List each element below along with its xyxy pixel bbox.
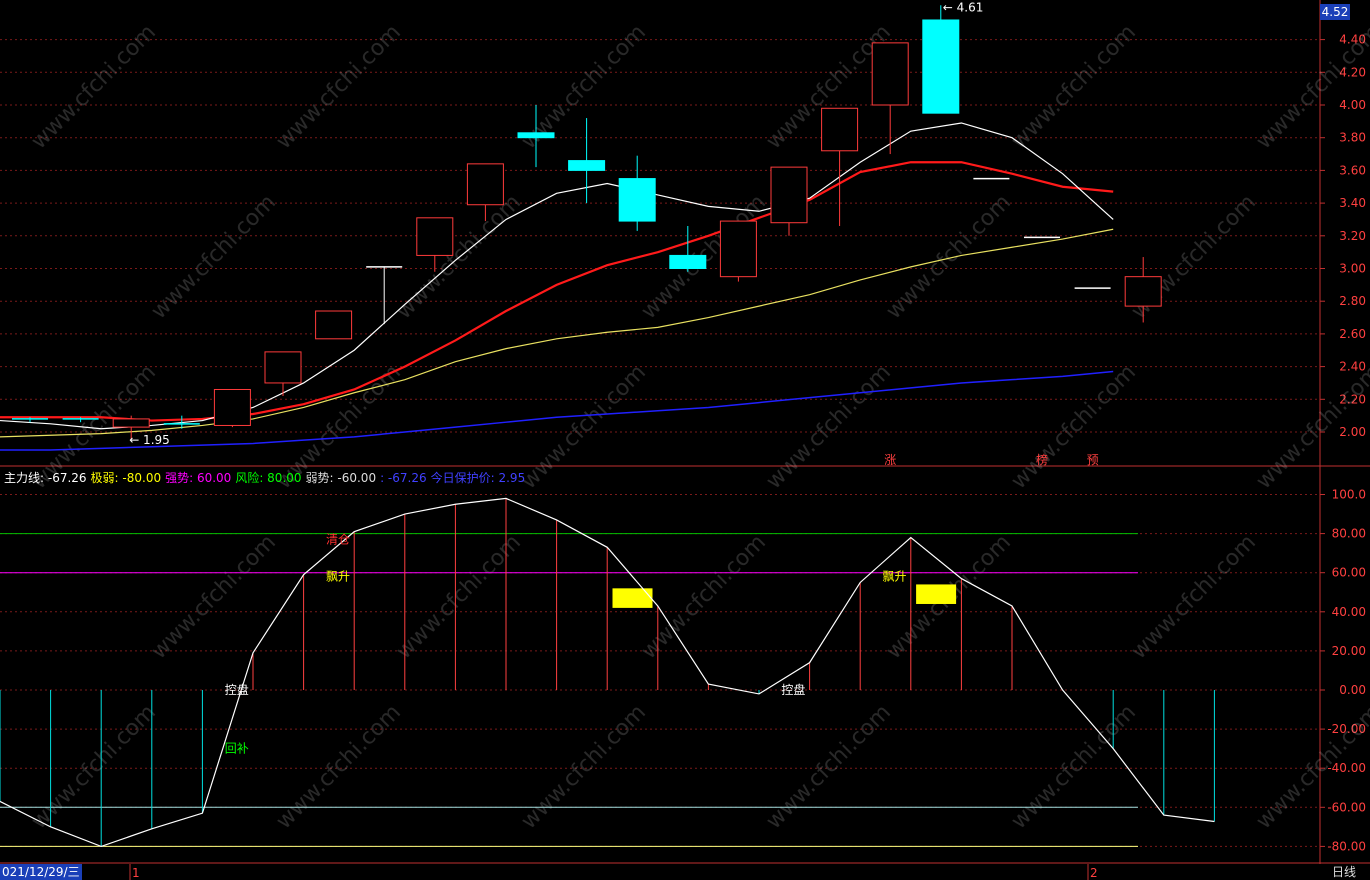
price-tick-label: 2.80 [1339,294,1366,308]
stock-chart[interactable]: 4.404.204.003.803.603.403.203.002.802.60… [0,0,1370,880]
candle-body-down [568,160,606,171]
candlestick [770,166,808,236]
legend-item: : -67.26 [380,471,427,485]
legend-item: 主力线: -67.26 [4,471,87,485]
watermark: www.cfchi.com [1127,530,1261,664]
candlestick [213,388,251,428]
candle-body-up [213,388,251,426]
indicator-text-label: 回补 [225,742,249,756]
legend-item: 极弱: -80.00 [90,471,162,485]
indicator-tick-label: -80.00 [1327,839,1366,853]
signal-label: 榜 [1036,452,1048,467]
candle-body-up [770,166,808,224]
candle-body-up [416,217,454,256]
candle-body-down [669,254,707,269]
indicator-text-label: 清仓 [326,532,350,546]
watermark: www.cfchi.com [637,530,771,664]
price-tick-label: 3.60 [1339,163,1366,177]
candlestick [366,266,403,325]
watermark: www.cfchi.com [1007,360,1141,494]
watermark: www.cfchi.com [762,360,896,494]
indicator-tick-label: 80.00 [1332,527,1366,541]
candle-body-down [922,19,960,114]
price-tick-label: 2.60 [1339,327,1366,341]
indicator-tick-label: 0.00 [1339,683,1366,697]
price-tick-label: 4.00 [1339,98,1366,112]
candlestick [821,107,859,226]
candlestick [719,220,757,282]
high-price-marker: ← 4.61 [943,0,984,14]
candle-body-down [517,132,555,139]
candlestick [871,42,909,155]
price-tick-label: 3.00 [1339,262,1366,276]
watermark: www.cfchi.com [147,530,281,664]
candle-body-up [264,351,302,384]
candle-body-down [618,178,656,222]
indicator-tick-label: 60.00 [1332,566,1366,580]
indicator-text-label: 控盘 [781,682,805,697]
legend-item: 弱势: -60.00 [305,471,377,485]
watermark: www.cfchi.com [272,700,406,834]
low-price-marker: ← 1.95 [129,433,170,447]
indicator-tick-label: 100.0 [1332,488,1366,502]
watermark: www.cfchi.com [1007,700,1141,834]
indicator-legend: 主力线: -67.26 极弱: -80.00 强势: 60.00 风险: 80.00 弱… [4,469,529,486]
cursor-date: 021/12/29/三 [0,864,82,880]
legend-item: 今日保护价: 2.95 [430,471,526,485]
indicator-tick-label: -60.00 [1327,800,1366,814]
candle-body-up [1124,276,1162,307]
watermark: www.cfchi.com [517,700,651,834]
price-tick-label: 3.20 [1339,229,1366,243]
period-selector[interactable]: 日线 [1332,864,1356,880]
yellow-signal-block [612,588,653,608]
watermark: www.cfchi.com [882,190,1016,324]
watermark: www.cfchi.com [517,360,651,494]
candlestick [264,351,302,397]
price-tick-label: 3.80 [1339,131,1366,145]
indicator-tick-label: 40.00 [1332,605,1366,619]
candle-body-up [315,310,353,340]
month-label: 2 [1090,866,1098,880]
watermark: www.cfchi.com [27,700,161,834]
legend-item: 强势: 60.00 [165,471,232,485]
candlestick [315,310,353,340]
legend-item: 风险: 80.00 [235,471,302,485]
month-label: 1 [132,866,140,880]
price-tick-label: 3.40 [1339,196,1366,210]
watermark: www.cfchi.com [147,190,281,324]
candle-body-up [719,220,757,278]
candle-body-up [466,163,504,206]
yellow-signal-block [916,584,957,604]
indicator-text-label: 控盘 [225,682,249,697]
current-price-box: 4.52 [1320,4,1350,20]
candle-body-up [112,418,150,428]
candle-body-up [871,42,909,106]
indicator-text-label: 飘升 [326,570,350,584]
signal-label: 预 [1087,453,1099,467]
price-tick-label: 2.00 [1339,425,1366,439]
candlestick [618,155,656,231]
candlestick [922,5,960,114]
signal-label: 涨 [884,452,896,467]
watermark: www.cfchi.com [762,700,896,834]
indicator-text-label: 飘升 [883,570,907,584]
indicator-tick-label: 20.00 [1332,644,1366,658]
candle-body-up [821,107,859,152]
